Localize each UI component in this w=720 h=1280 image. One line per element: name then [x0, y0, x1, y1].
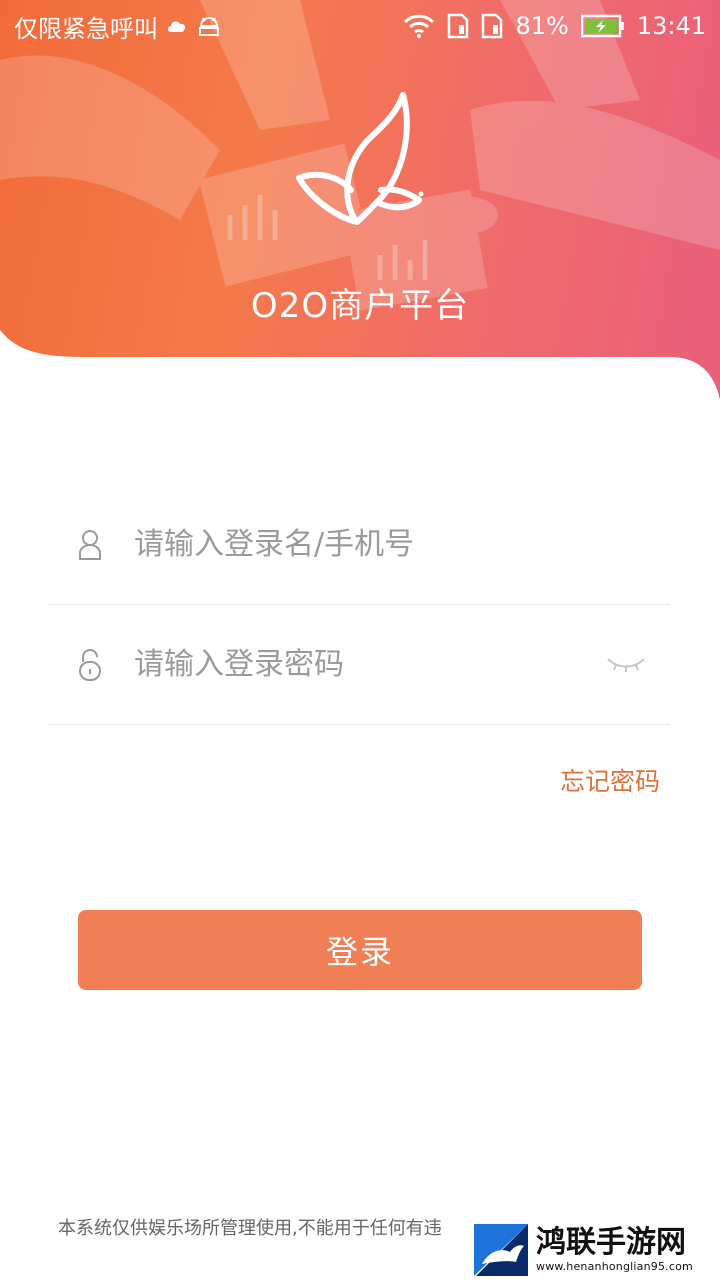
carrier-label: 仅限紧急呼叫	[14, 14, 158, 43]
app-title: O2O商户平台	[250, 286, 470, 326]
watermark: 鸿联手游网 www.henanhonglian95.com	[470, 1218, 720, 1280]
watermark-name: 鸿联手游网	[536, 1224, 686, 1260]
password-input[interactable]	[134, 634, 596, 695]
user-icon	[48, 525, 134, 565]
watermark-logo-icon	[474, 1224, 528, 1276]
login-button[interactable]: 登录	[78, 910, 642, 990]
battery-percent: 81%	[515, 12, 569, 40]
forgot-password-link[interactable]: 忘记密码	[560, 762, 660, 798]
status-bar: 仅限紧急呼叫 81% 13:41	[0, 0, 720, 52]
wifi-icon	[403, 14, 435, 38]
cloud-weather-icon	[166, 18, 188, 34]
password-field-row	[48, 605, 670, 725]
lock-icon	[48, 645, 134, 685]
sim1-icon	[447, 13, 469, 39]
clock: 13:41	[636, 12, 706, 40]
username-field-row	[48, 485, 670, 605]
battery-charging-icon	[580, 14, 625, 38]
sim2-icon	[481, 13, 503, 39]
username-input[interactable]	[134, 514, 670, 575]
footer-notice: 本系统仅供娱乐场所管理使用,不能用于任何有违	[58, 1218, 442, 1239]
watermark-url: www.henanhonglian95.com	[536, 1259, 693, 1273]
butterfly-logo-icon	[296, 92, 424, 225]
android-debug-icon	[196, 14, 222, 38]
eye-closed-icon[interactable]	[596, 645, 656, 685]
